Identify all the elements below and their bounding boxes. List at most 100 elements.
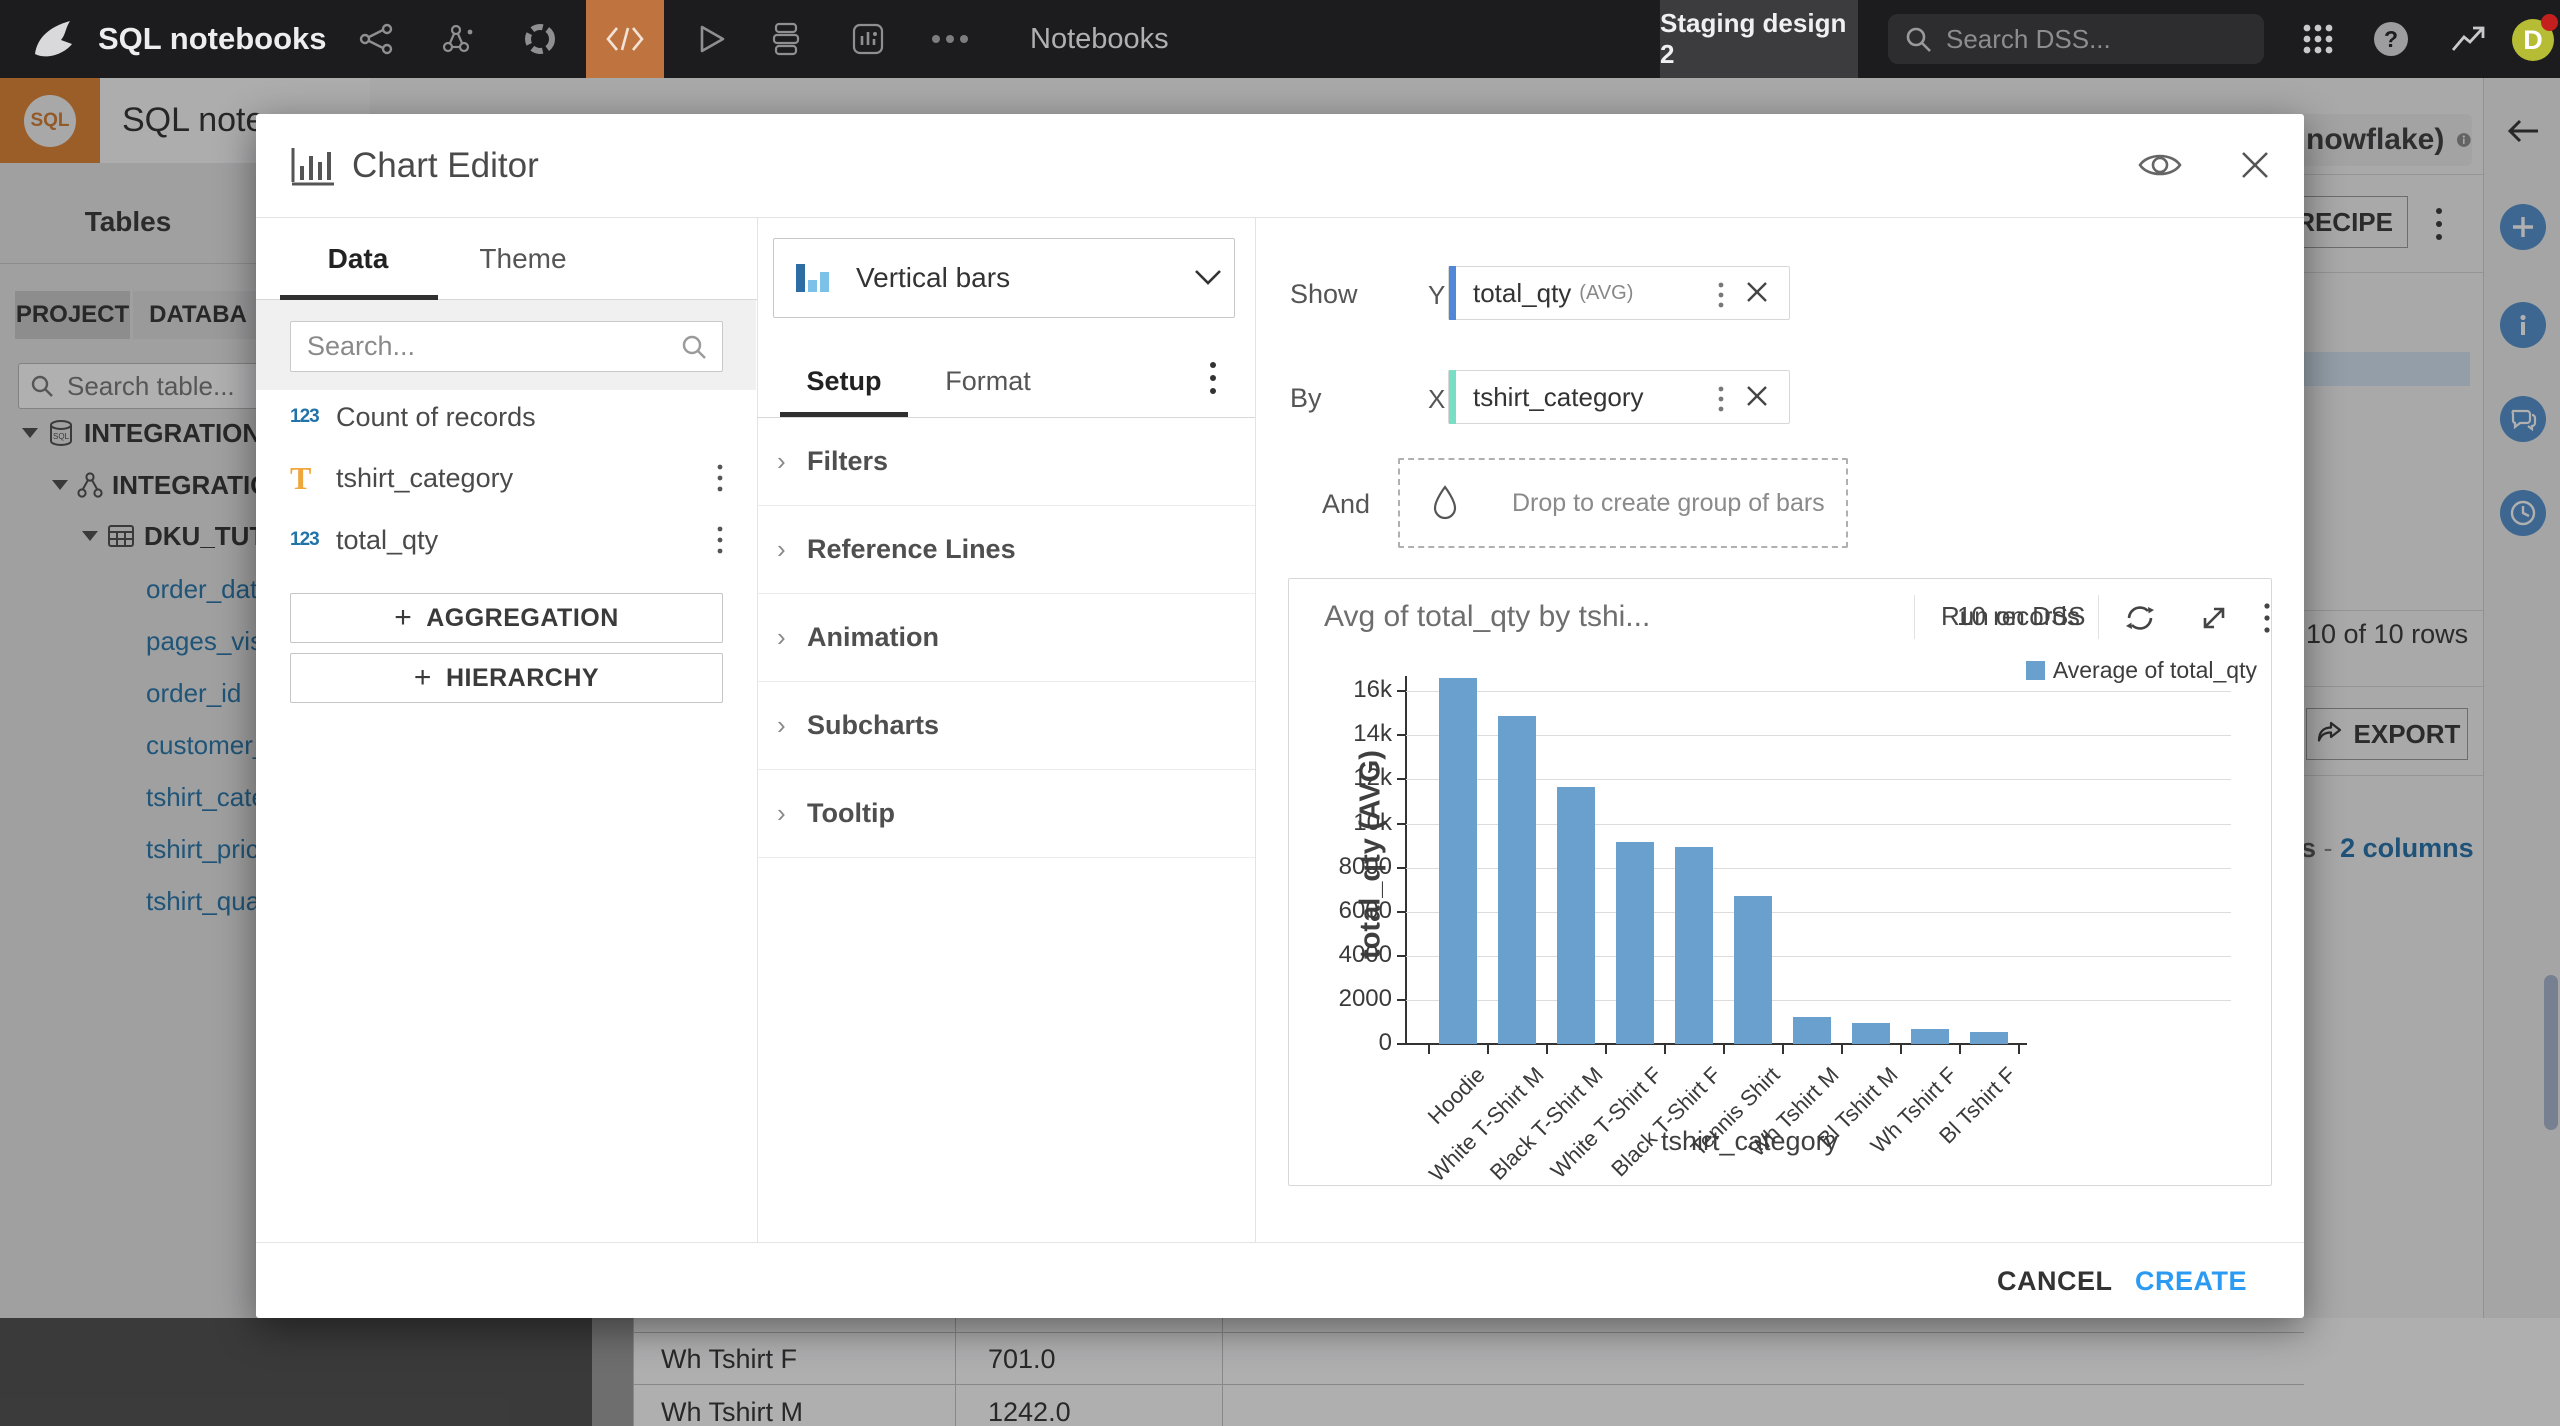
modal-title: Chart Editor — [352, 114, 539, 218]
close-icon[interactable] — [2240, 150, 2270, 180]
y-tick-label: 12k — [1328, 764, 1392, 792]
field-item-tshirt_category[interactable]: Ttshirt_category — [256, 452, 756, 504]
trend-icon[interactable] — [2440, 0, 2496, 78]
bar-hoodie[interactable] — [1439, 678, 1477, 1044]
y-tick-mark — [1397, 955, 1405, 957]
expand-icon[interactable] — [2199, 603, 2229, 633]
field-item-count-of-records[interactable]: 123Count of records — [256, 391, 756, 443]
global-search-input[interactable] — [1944, 23, 2244, 56]
bar-black-t-shirt-f[interactable] — [1675, 847, 1713, 1044]
catalog-icon[interactable] — [512, 0, 568, 78]
avatar-initial: D — [2523, 25, 2543, 56]
section-label: Subcharts — [807, 710, 939, 741]
text-type-icon: T — [290, 463, 336, 493]
remove-icon[interactable] — [1745, 384, 1769, 408]
y-tick-label: 6000 — [1328, 897, 1392, 925]
bar-white-t-shirt-m[interactable] — [1498, 716, 1536, 1045]
tab-format[interactable]: Format — [928, 344, 1048, 418]
group-drop-zone[interactable]: Drop to create group of bars — [1398, 458, 1848, 548]
kebab-menu-icon[interactable] — [714, 462, 726, 494]
bar-wh-tshirt-f[interactable] — [1911, 1029, 1949, 1045]
tab-theme[interactable]: Theme — [443, 218, 603, 300]
y-measure-pill[interactable]: total_qty (AVG) — [1448, 266, 1790, 320]
modal-header: Chart Editor — [256, 114, 2304, 218]
x-tick-mark — [1841, 1045, 1843, 1054]
chart-type-selector[interactable]: Vertical bars — [773, 238, 1235, 318]
run-on-dss-button[interactable]: Run on DSS — [1941, 579, 2086, 654]
code-nav-active[interactable] — [586, 0, 664, 78]
panel-divider — [1255, 218, 1256, 1242]
environment-selector[interactable]: Staging design 2 — [1660, 0, 1858, 78]
bar-bl-tshirt-m[interactable] — [1852, 1023, 1890, 1044]
y-tick-mark — [1397, 734, 1405, 736]
y-tick-label: 2000 — [1328, 985, 1392, 1013]
chart-type-label: Vertical bars — [856, 262, 1010, 294]
section-filters[interactable]: ›Filters — [757, 418, 1255, 506]
refresh-icon[interactable] — [2125, 603, 2155, 633]
y-field-label: total_qty — [1473, 278, 1571, 309]
field-item-total_qty[interactable]: 123total_qty — [256, 514, 756, 566]
navbar-title: SQL notebooks — [98, 0, 327, 78]
kebab-menu-icon[interactable] — [714, 524, 726, 556]
remove-icon[interactable] — [1745, 280, 1769, 304]
x-tick-mark — [1664, 1045, 1666, 1054]
tab-setup[interactable]: Setup — [780, 344, 908, 418]
bar-black-t-shirt-m[interactable] — [1557, 787, 1595, 1044]
x-dimension-pill[interactable]: tshirt_category — [1448, 370, 1790, 424]
gridline-16000 — [1406, 691, 2231, 692]
x-tick-mark — [1959, 1045, 1961, 1054]
page-breadcrumb[interactable]: Notebooks — [1030, 0, 1169, 78]
bar-white-t-shirt-f[interactable] — [1616, 842, 1654, 1044]
notebook-run-icon[interactable] — [684, 0, 740, 78]
create-button[interactable]: CREATE — [2135, 1243, 2247, 1319]
x-tick-mark — [1900, 1045, 1902, 1054]
bar-wh-tshirt-m[interactable] — [1793, 1017, 1831, 1044]
field-search-input[interactable] — [305, 330, 680, 363]
x-tick-mark — [1546, 1045, 1548, 1054]
add-aggregation-button[interactable]: + AGGREGATION — [290, 593, 723, 643]
preview-eye-icon[interactable] — [2138, 148, 2182, 182]
section-reference-lines[interactable]: ›Reference Lines — [757, 506, 1255, 594]
section-subcharts[interactable]: ›Subcharts — [757, 682, 1255, 770]
more-icon[interactable] — [922, 0, 978, 78]
field-search-box — [290, 321, 723, 372]
chevron-right-icon: › — [777, 710, 803, 741]
flow-icon[interactable] — [348, 0, 404, 78]
section-animation[interactable]: ›Animation — [757, 594, 1255, 682]
add-hierarchy-button[interactable]: + HIERARCHY — [290, 653, 723, 703]
y-aggregation-label: (AVG) — [1579, 282, 1633, 305]
cancel-button[interactable]: CANCEL — [1997, 1243, 2113, 1319]
section-label: Animation — [807, 622, 939, 653]
y-tick-label: 4000 — [1328, 941, 1392, 969]
field-label: total_qty — [336, 525, 438, 556]
help-icon[interactable]: ? — [2374, 22, 2408, 56]
user-avatar[interactable]: D — [2512, 19, 2554, 61]
x-tick-mark — [1487, 1045, 1489, 1054]
section-tooltip[interactable]: ›Tooltip — [757, 770, 1255, 858]
kebab-menu-icon[interactable] — [1206, 359, 1220, 399]
y-tick-mark — [1397, 778, 1405, 780]
kebab-menu-icon[interactable] — [2261, 601, 2273, 635]
show-label: Show — [1290, 279, 1358, 310]
y-tick-mark — [1397, 1043, 1405, 1045]
y-tick-mark — [1397, 690, 1405, 692]
apps-grid-icon[interactable] — [2290, 0, 2346, 78]
global-search-box — [1888, 14, 2264, 64]
bar-bl-tshirt-f[interactable] — [1970, 1032, 2008, 1044]
kebab-menu-icon[interactable] — [1715, 385, 1727, 415]
numeric-type-icon: 123 — [290, 529, 336, 551]
tab-data[interactable]: Data — [278, 218, 438, 300]
lab-icon[interactable] — [428, 0, 484, 78]
y-tick-label: 10k — [1328, 809, 1392, 837]
y-axis-letter: Y — [1428, 280, 1445, 311]
jobs-icon[interactable] — [758, 0, 814, 78]
dashboard-icon[interactable] — [840, 0, 896, 78]
measure-accent — [1449, 266, 1456, 320]
y-tick-label: 0 — [1328, 1029, 1392, 1057]
kebab-menu-icon[interactable] — [1715, 281, 1727, 311]
bar-tennis-shirt[interactable] — [1734, 896, 1772, 1044]
bar-chart-icon — [290, 146, 336, 188]
search-icon — [1904, 25, 1932, 53]
dataiku-logo[interactable] — [28, 15, 78, 63]
divider — [2098, 595, 2099, 639]
